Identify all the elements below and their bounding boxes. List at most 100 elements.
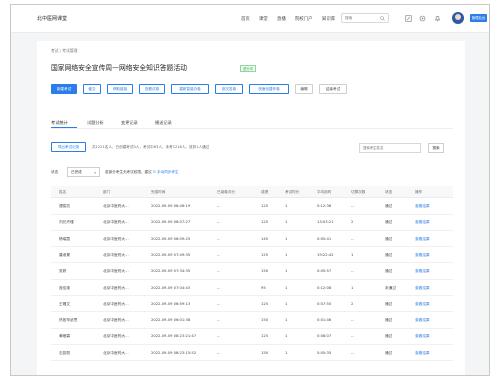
cell-name: 石蕊丽	[59, 350, 71, 355]
cell-finish-time: 2022-09-09 07:49:35	[151, 252, 191, 257]
cell-score: 125	[261, 334, 269, 339]
cell-exam-count: 1	[285, 204, 288, 208]
cell-name: 谭俊凯	[59, 204, 71, 208]
view-result-link[interactable]: 查看结果	[415, 204, 430, 209]
view-result-link[interactable]: 查看结果	[415, 286, 430, 291]
chevron-down-icon: ▾	[94, 171, 96, 175]
table-header: 姓名 部门 完成时间 已阅卷评分 成绩 考试时长 平均用时 切屏次数 状态 操作	[51, 186, 453, 198]
cell-status: 通过	[385, 301, 393, 306]
cell-avg-time: 13:03:21	[317, 220, 334, 225]
nav-home[interactable]: 首页	[241, 16, 250, 22]
regrade-button[interactable]: 重新智能办卷	[171, 84, 209, 94]
end-exam-button[interactable]: 结束考试	[319, 84, 347, 94]
view-result-link[interactable]: 查看结果	[415, 220, 430, 225]
exam-summary-text: 共1221名人，已创建考试0人，考试中63人，未考1218人，放弃1人通过	[92, 145, 210, 149]
col-graded: 已阅卷评分	[217, 190, 235, 194]
table-row: 杨瑞霞 北京中医药大... 2022-09-09 06:09:25 -- 145 1 0:0…	[51, 232, 453, 248]
table-row: 黄晒霖 北京中医药大... 2022-09-09 08:23:21:47 -- 125 1…	[51, 329, 453, 345]
candidate-search-input[interactable]	[360, 144, 418, 152]
cell-graded: --	[217, 204, 220, 208]
bell-icon[interactable]	[434, 15, 441, 22]
cell-department: 北京中医药大...	[103, 350, 129, 355]
cell-status: 未通过	[385, 285, 397, 290]
cell-graded: --	[217, 301, 220, 306]
cell-finish-time: 2022-09-09 06:59:13	[151, 301, 191, 306]
edit-icon[interactable]	[405, 15, 412, 22]
cell-exam-count: 1	[285, 252, 288, 257]
cell-name: 刘兄卉瑾	[59, 220, 74, 225]
exam-detail-panel: 考试 / 考试管理 国家网络安全宣传周—网络安全知识答题活动 进行中 新建考试 …	[37, 41, 465, 375]
top-navbar: 北中医网课堂 首页 课堂 直播 院校门户 知识库 管理后台	[11, 5, 489, 33]
tab-question-analysis[interactable]: 试题分析	[87, 120, 104, 126]
status-filter-label: 状态	[51, 170, 59, 174]
cell-score: 150	[261, 269, 269, 274]
cell-department: 北京中医药大...	[103, 334, 129, 339]
active-tab-indicator	[51, 127, 77, 128]
view-result-link[interactable]: 查看结果	[415, 302, 430, 307]
table-row: 谭俊凯 北京中医药大... 2022-09-09 06:46:19 -- 125 1 0:1…	[51, 199, 453, 215]
cell-status: 通过	[385, 318, 393, 323]
brand-logo-text[interactable]: 北中医网课堂	[37, 15, 67, 22]
cell-finish-time: 2022-09-09 06:09:25	[151, 236, 191, 241]
cell-score: 125	[261, 220, 269, 225]
cell-finish-time: 2022-09-09 07:34:35	[151, 269, 191, 274]
cell-avg-time: 0:01:46	[317, 318, 332, 323]
view-result-link[interactable]: 查看结果	[415, 237, 430, 242]
table-row: 石蕊丽 北京中医药大... 2022-09-09 08:23:15:52 -- 150 1…	[51, 346, 453, 362]
cell-switch-count: 1	[351, 285, 354, 290]
tab-broadcast-log[interactable]: 播送记录	[155, 120, 172, 126]
cell-score: 95	[261, 285, 266, 290]
edit-button[interactable]: 编辑	[295, 84, 313, 94]
cell-department: 北京中医药大...	[103, 204, 129, 208]
manage-button[interactable]: 管理后台	[470, 14, 487, 22]
nav-knowledge-base[interactable]: 知识库	[322, 16, 335, 22]
status-filter-select[interactable]: 已完成 ▾	[67, 167, 100, 177]
nav-school-portal[interactable]: 院校门户	[295, 16, 313, 22]
cell-name: 王璐文	[59, 301, 71, 306]
search-icon[interactable]	[380, 16, 385, 21]
nav-live[interactable]: 直播	[277, 16, 286, 22]
cell-avg-time: 0:07:50	[317, 301, 332, 306]
cell-status: 通过	[385, 220, 393, 225]
cell-exam-count: 1	[285, 269, 288, 274]
batch-answers-button[interactable]: 批次答卷	[215, 84, 243, 94]
view-result-link[interactable]: 查看结果	[415, 351, 430, 356]
get-link-button[interactable]: 获取链接	[107, 84, 133, 94]
view-result-link[interactable]: 查看结果	[415, 269, 430, 274]
sync-candidates-link[interactable]: ↻ 手动同步考生	[153, 170, 179, 174]
top-search-box[interactable]	[341, 13, 389, 23]
cell-avg-time: 0:05:57	[317, 269, 332, 274]
view-result-link[interactable]: 查看结果	[415, 253, 430, 258]
view-result-link[interactable]: 查看结果	[415, 334, 430, 339]
cell-switch-count: --	[351, 318, 354, 323]
settings-icon[interactable]	[419, 15, 426, 22]
cell-department: 北京中医药大...	[103, 269, 129, 274]
urge-button[interactable]: 催交	[83, 84, 101, 94]
cell-avg-time: 0:12:08	[317, 285, 332, 290]
avatar[interactable]	[452, 12, 464, 24]
export-records-button[interactable]: 导出考试记录	[51, 142, 86, 152]
cell-score: 150	[261, 350, 269, 355]
cell-avg-time: 0:05:35	[317, 350, 332, 355]
cell-finish-time: 2022-09-09 06:01:38	[151, 318, 191, 323]
app-window: 北中医网课堂 首页 课堂 直播 院校门户 知识库 管理后台 考试 / 考试管理 …	[10, 4, 490, 376]
cell-finish-time: 2022-09-09 08:23:15:52	[151, 350, 197, 355]
cell-switch-count: --	[351, 350, 354, 355]
cell-switch-count: 2	[351, 301, 354, 306]
nav-classroom[interactable]: 课堂	[259, 16, 268, 22]
create-exam-button[interactable]: 新建考试	[51, 84, 77, 94]
view-result-link[interactable]: 查看结果	[415, 318, 430, 323]
view-paper-button[interactable]: 查看试卷	[139, 84, 165, 94]
breadcrumb[interactable]: 考试 / 考试管理	[51, 48, 77, 54]
cell-score: 125	[261, 204, 269, 208]
cell-exam-count: 1	[285, 301, 288, 306]
tab-exam-stats[interactable]: 考试统计	[51, 120, 68, 126]
tab-change-log[interactable]: 变更记录	[121, 120, 138, 126]
candidate-search-box[interactable]	[359, 143, 421, 153]
top-search-input[interactable]	[342, 14, 380, 22]
quick-create-button[interactable]: 快速创建作卷	[249, 84, 289, 94]
col-actions: 操作	[415, 190, 423, 194]
cell-graded: --	[217, 269, 220, 274]
cell-score: 125	[261, 301, 269, 306]
candidate-search-button[interactable]: 搜索	[428, 143, 444, 153]
